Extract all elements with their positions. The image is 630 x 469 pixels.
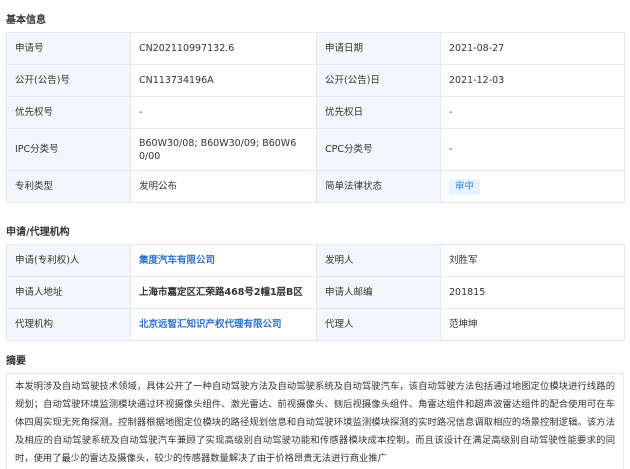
legal-status-cell: 审中 (440, 170, 625, 203)
applicant-address-value: 上海市嘉定区汇荣路468号2幢1层B区 (130, 276, 317, 309)
applicant-postcode-label: 申请人邮编 (316, 276, 441, 309)
abstract-title: 摘要 (6, 356, 26, 367)
status-badge: 审中 (449, 178, 481, 195)
table-row: IPC分类号 B60W30/08; B60W30/09; B60W6 0/00 … (6, 128, 625, 171)
ipc-value: B60W30/08; B60W30/09; B60W6 0/00 (130, 128, 317, 171)
applicant-cell: 集度汽车有限公司 (130, 244, 317, 277)
agency-cell: 北京远智汇知识产权代理有限公司 (130, 308, 317, 341)
priority-number-label: 优先权号 (6, 96, 131, 129)
table-row: 申请人地址 上海市嘉定区汇荣路468号2幢1层B区 申请人邮编 201815 (6, 276, 625, 309)
applicant-label: 申请(专利权)人 (6, 244, 131, 277)
patent-type-value: 发明公布 (130, 170, 317, 203)
agency-link[interactable]: 北京远智汇知识产权代理有限公司 (139, 319, 282, 330)
ipc-label: IPC分类号 (6, 128, 131, 171)
inventor-label: 发明人 (316, 244, 441, 277)
agency-table: 申请(专利权)人 集度汽车有限公司 发明人 刘胜军 申请人地址 上海市嘉定区汇荣… (6, 244, 625, 341)
basic-info-table: 申请号 CN202110997132.6 申请日期 2021-08-27 公开(… (6, 32, 625, 203)
agency-label: 代理机构 (6, 308, 131, 341)
cpc-value: - (440, 128, 625, 171)
publication-date-label: 公开(公告)日 (316, 64, 441, 97)
application-number-value: CN202110997132.6 (130, 32, 317, 65)
patent-type-label: 专利类型 (6, 170, 131, 203)
applicant-postcode-value: 201815 (440, 276, 625, 309)
cpc-label: CPC分类号 (316, 128, 441, 171)
applicant-address-label: 申请人地址 (6, 276, 131, 309)
table-row: 申请(专利权)人 集度汽车有限公司 发明人 刘胜军 (6, 244, 625, 277)
basic-info-title: 基本信息 (6, 15, 46, 26)
legal-status-label: 简单法律状态 (316, 170, 441, 203)
priority-date-label: 优先权日 (316, 96, 441, 129)
agency-title: 申请/代理机构 (6, 227, 70, 238)
applicant-link[interactable]: 集度汽车有限公司 (139, 255, 215, 266)
table-row: 专利类型 发明公布 简单法律状态 审中 (6, 170, 625, 203)
agent-value: 范坤坤 (440, 308, 625, 341)
ipc-value-line1: B60W30/08; B60W30/09; B60W6 (139, 137, 297, 149)
application-date-label: 申请日期 (316, 32, 441, 65)
publication-number-value: CN113734196A (130, 64, 317, 97)
table-row: 申请号 CN202110997132.6 申请日期 2021-08-27 (6, 32, 625, 65)
inventor-value: 刘胜军 (440, 244, 625, 277)
publication-number-label: 公开(公告)号 (6, 64, 131, 97)
application-number-label: 申请号 (6, 32, 131, 65)
application-date-value: 2021-08-27 (440, 32, 625, 65)
priority-date-value: - (440, 96, 625, 129)
abstract-text: 本发明涉及自动驾驶技术领域，具体公开了一种自动驾驶方法及自动驾驶系统及自动驾驶汽… (6, 373, 624, 469)
publication-date-value: 2021-12-03 (440, 64, 625, 97)
agent-label: 代理人 (316, 308, 441, 341)
table-row: 公开(公告)号 CN113734196A 公开(公告)日 2021-12-03 (6, 64, 625, 97)
table-row: 优先权号 - 优先权日 - (6, 96, 625, 129)
priority-number-value: - (130, 96, 317, 129)
ipc-value-line2: 0/00 (139, 150, 161, 162)
table-row: 代理机构 北京远智汇知识产权代理有限公司 代理人 范坤坤 (6, 308, 625, 341)
